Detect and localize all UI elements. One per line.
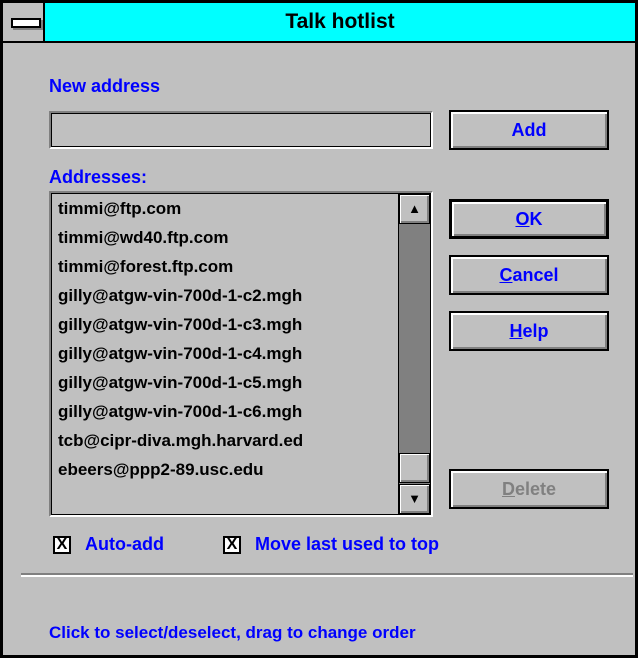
talk-hotlist-window: Talk hotlist New address Add Addresses: … (0, 0, 638, 658)
vertical-scrollbar[interactable]: ▲ ▼ (398, 194, 430, 514)
scroll-up-button[interactable]: ▲ (399, 194, 430, 224)
ok-button[interactable]: OK (449, 199, 609, 239)
status-hint: Click to select/deselect, drag to change… (49, 623, 416, 642)
add-button[interactable]: Add (449, 110, 609, 150)
move-last-used-label[interactable]: Move last used to top (255, 534, 439, 555)
address-list[interactable]: timmi@ftp.com timmi@wd40.ftp.com timmi@for… (52, 194, 398, 514)
delete-button[interactable]: Delete (449, 469, 609, 509)
auto-add-checkbox[interactable]: X (53, 536, 71, 554)
list-item[interactable]: tcb@cipr-diva.mgh.harvard.ed (52, 426, 398, 455)
list-item[interactable]: timmi@wd40.ftp.com (52, 223, 398, 252)
list-item[interactable]: ebeers@ppp2-89.usc.edu (52, 455, 398, 484)
list-item[interactable]: gilly@atgw-vin-700d-1-c4.mgh (52, 339, 398, 368)
list-item[interactable]: gilly@atgw-vin-700d-1-c5.mgh (52, 368, 398, 397)
window-title: Talk hotlist (285, 10, 395, 33)
list-item[interactable]: timmi@ftp.com (52, 194, 398, 223)
list-item[interactable]: gilly@atgw-vin-700d-1-c6.mgh (52, 397, 398, 426)
cancel-mnemonic: C (499, 265, 513, 285)
scroll-down-button[interactable]: ▼ (399, 484, 430, 514)
new-address-label: New address (49, 76, 161, 96)
scroll-thumb[interactable] (399, 453, 430, 483)
list-item[interactable]: timmi@forest.ftp.com (52, 252, 398, 281)
divider (21, 573, 633, 577)
delete-mnemonic: D (501, 479, 515, 499)
arrow-up-icon: ▲ (408, 201, 421, 216)
ok-label-rest: K (529, 209, 543, 229)
new-address-value (51, 113, 431, 147)
auto-add-label[interactable]: Auto-add (85, 534, 164, 555)
title-bar[interactable]: Talk hotlist (3, 3, 635, 43)
list-item[interactable]: gilly@atgw-vin-700d-1-c2.mgh (52, 281, 398, 310)
cancel-button[interactable]: Cancel (449, 255, 609, 295)
ok-mnemonic: O (515, 209, 530, 229)
delete-label-rest: elete (514, 479, 557, 499)
list-item[interactable]: gilly@atgw-vin-700d-1-c3.mgh (52, 310, 398, 339)
cancel-label-rest: ancel (512, 265, 559, 285)
addresses-listbox[interactable]: timmi@ftp.com timmi@wd40.ftp.com timmi@for… (49, 191, 433, 517)
arrow-down-icon: ▼ (408, 491, 421, 506)
move-last-used-checkbox[interactable]: X (223, 536, 241, 554)
help-button[interactable]: Help (449, 311, 609, 351)
system-menu-button[interactable] (3, 3, 45, 41)
help-label-rest: elp (522, 321, 549, 341)
help-mnemonic: H (509, 321, 523, 341)
minus-bar-icon (11, 18, 41, 28)
new-address-input[interactable] (49, 111, 433, 149)
addresses-label: Addresses: (49, 167, 148, 187)
